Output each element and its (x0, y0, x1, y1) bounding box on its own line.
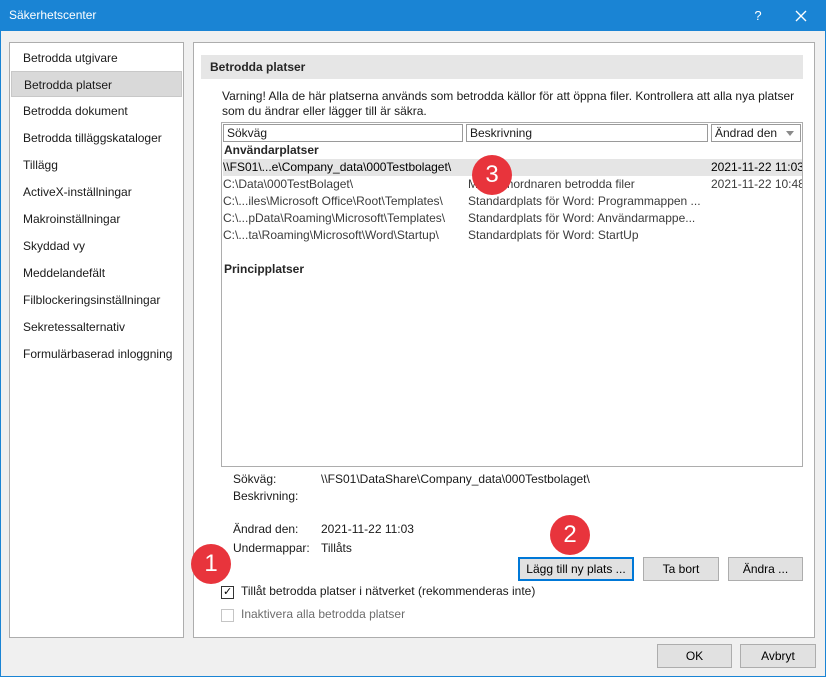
sidebar-item-meddelandefalt[interactable]: Meddelandefält (11, 260, 182, 286)
cancel-button[interactable]: Avbryt (740, 644, 816, 668)
group-label-user-locations: Användarplatser (224, 143, 319, 157)
table-row[interactable]: C:\...iles\Microsoft Office\Root\Templat… (223, 193, 802, 210)
detail-path-value: \\FS01\DataShare\Company_data\000Testbol… (321, 472, 590, 486)
row-path: \\FS01\...e\Company_data\000Testbolaget\ (223, 160, 452, 174)
allow-network-locations-label: Tillåt betrodda platser i nätverket (rek… (241, 584, 536, 598)
row-path: C:\...ta\Roaming\Microsoft\Word\Startup\ (223, 228, 439, 242)
callout-badge-1: 1 (191, 544, 231, 584)
change-button[interactable]: Ändra ... (728, 557, 803, 581)
close-icon (795, 10, 807, 22)
close-button[interactable] (788, 5, 814, 27)
sidebar-item-betrodda-platser[interactable]: Betrodda platser (11, 71, 182, 97)
sidebar-item-betrodda-dokument[interactable]: Betrodda dokument (11, 98, 182, 124)
ok-button[interactable]: OK (657, 644, 732, 668)
row-modified: 2021-11-22 10:48 (711, 177, 803, 191)
add-location-button[interactable]: Lägg till ny plats ... (518, 557, 634, 581)
group-label-policy-locations: Principplatser (224, 262, 305, 276)
table-row[interactable]: C:\...ta\Roaming\Microsoft\Word\Startup\… (223, 227, 802, 244)
callout-badge-3: 3 (472, 155, 512, 195)
sidebar-item-betrodda-tillaggskataloger[interactable]: Betrodda tilläggskataloger (11, 125, 182, 151)
row-path: C:\Data\000TestBolaget\ (223, 177, 354, 191)
sidebar-item-formularbaserad-inloggning[interactable]: Formulärbaserad inloggning (11, 341, 182, 367)
row-path: C:\...pData\Roaming\Microsoft\Templates\ (223, 211, 446, 225)
allow-network-locations-checkbox[interactable]: ✓ Tillåt betrodda platser i nätverket (r… (221, 584, 621, 600)
sidebar-item-skyddad-vy[interactable]: Skyddad vy (11, 233, 182, 259)
remove-button[interactable]: Ta bort (643, 557, 719, 581)
sort-descending-icon (786, 131, 794, 136)
warning-line-2: som du ändrar eller lägger till är säkra… (222, 104, 427, 118)
sidebar-item-filblockering[interactable]: Filblockeringsinställningar (11, 287, 182, 313)
column-header-modified-label: Ändrad den (715, 126, 778, 140)
callout-badge-2: 2 (550, 515, 590, 555)
column-header-modified[interactable]: Ändrad den (711, 124, 801, 142)
checkbox-box[interactable] (221, 609, 234, 622)
column-header-description[interactable]: Beskrivning (466, 124, 708, 142)
disable-all-locations-checkbox[interactable]: Inaktivera alla betrodda platser (221, 607, 521, 623)
trusted-locations-list[interactable]: Sökväg Beskrivning Ändrad den Användarpl… (221, 122, 803, 467)
row-path: C:\...iles\Microsoft Office\Root\Templat… (223, 194, 443, 208)
sidebar-item-activex[interactable]: ActiveX-inställningar (11, 179, 182, 205)
sidebar-item-tillagg[interactable]: Tillägg (11, 152, 182, 178)
section-title: Betrodda platser (201, 55, 803, 79)
sidebar-item-betrodda-utgivare[interactable]: Betrodda utgivare (11, 45, 182, 71)
row-modified: 2021-11-22 11:03 (711, 160, 803, 174)
table-row[interactable]: C:\Data\000TestBolaget\ M Gsamordnaren b… (223, 176, 802, 193)
help-button[interactable]: ? (746, 5, 770, 27)
warning-text: Varning! Alla de här platserna används s… (222, 89, 802, 119)
row-description: Standardplats för Word: StartUp (468, 228, 639, 242)
checkmark-icon: ✓ (223, 586, 233, 598)
warning-line-1: Varning! Alla de här platserna används s… (222, 89, 795, 103)
sidebar-item-sekretessalternativ[interactable]: Sekretessalternativ (11, 314, 182, 340)
detail-subfolders-label: Undermappar: (233, 541, 310, 555)
detail-modified-label: Ändrad den: (233, 522, 299, 536)
disable-all-locations-label: Inaktivera alla betrodda platser (241, 607, 406, 621)
row-description: Standardplats för Word: Användarmappe... (468, 211, 696, 225)
detail-subfolders-value: Tillåts (321, 541, 352, 555)
checkbox-box[interactable]: ✓ (221, 586, 234, 599)
window-title: Säkerhetscenter (9, 8, 97, 22)
detail-description-label: Beskrivning: (233, 489, 299, 503)
row-description: Standardplats för Word: Programmappen ..… (468, 194, 701, 208)
table-row[interactable]: C:\...pData\Roaming\Microsoft\Templates\… (223, 210, 802, 227)
sidebar: Betrodda utgivare Betrodda platser Betro… (9, 42, 184, 638)
table-row[interactable]: \\FS01\...e\Company_data\000Testbolaget\… (223, 159, 802, 176)
detail-path-label: Sökväg: (233, 472, 277, 486)
column-header-path[interactable]: Sökväg (223, 124, 463, 142)
sidebar-item-makroinstallningar[interactable]: Makroinställningar (11, 206, 182, 232)
title-bar: Säkerhetscenter ? (0, 0, 826, 31)
detail-modified-value: 2021-11-22 11:03 (321, 522, 414, 536)
